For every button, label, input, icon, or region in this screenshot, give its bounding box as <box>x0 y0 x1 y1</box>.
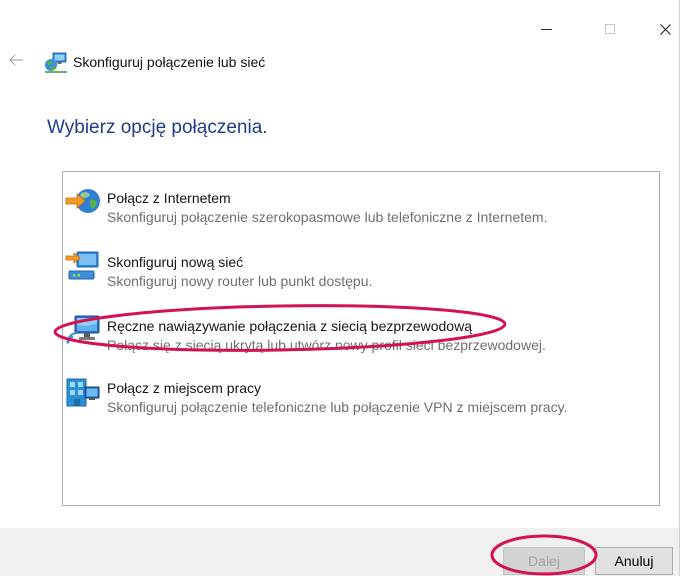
internet-globe-icon <box>65 184 101 218</box>
back-button[interactable] <box>6 50 26 70</box>
maximize-icon <box>605 24 615 34</box>
option-title: Ręczne nawiązywanie połączenia z siecią … <box>107 318 472 334</box>
option-description: Skonfiguruj nowy router lub punkt dostęp… <box>107 273 373 289</box>
option-description: Skonfiguruj połączenie telefoniczne lub … <box>107 399 568 415</box>
option-connect-internet[interactable]: Połącz z Internetem Skonfiguruj połączen… <box>65 183 655 231</box>
option-connect-workplace[interactable]: Połącz z miejscem pracy Skonfiguruj połą… <box>65 373 655 421</box>
close-button[interactable] <box>645 14 679 44</box>
dialog-window: Skonfiguruj połączenie lub sieć Wybierz … <box>0 0 680 576</box>
option-title: Połącz z miejscem pracy <box>107 380 262 396</box>
option-manual-wireless[interactable]: Ręczne nawiązywanie połączenia z siecią … <box>65 311 655 359</box>
back-arrow-icon <box>9 54 23 66</box>
connection-options-list: Połącz z Internetem Skonfiguruj połączen… <box>62 171 660 506</box>
minimize-icon <box>541 29 552 30</box>
option-new-network[interactable]: Skonfiguruj nową sieć Skonfiguruj nowy r… <box>65 247 655 295</box>
option-description: Skonfiguruj połączenie szerokopasmowe lu… <box>107 209 548 225</box>
option-title: Skonfiguruj nową sieć <box>107 254 244 270</box>
workplace-icon <box>65 374 101 408</box>
option-description: Połącz się z siecią ukrytą lub utwórz no… <box>107 337 546 353</box>
wireless-network-icon <box>65 312 101 346</box>
button-bar: Dalej Anuluj <box>0 528 679 576</box>
next-button[interactable]: Dalej <box>503 547 585 575</box>
maximize-button[interactable] <box>587 14 633 44</box>
router-icon <box>65 248 101 282</box>
minimize-button[interactable] <box>524 14 570 44</box>
cancel-button[interactable]: Anuluj <box>595 547 673 575</box>
dialog-title: Skonfiguruj połączenie lub sieć <box>73 54 266 70</box>
network-icon <box>44 51 68 73</box>
main-instruction-heading: Wybierz opcję połączenia. <box>47 117 268 138</box>
option-title: Połącz z Internetem <box>107 190 231 206</box>
close-icon <box>660 24 671 35</box>
